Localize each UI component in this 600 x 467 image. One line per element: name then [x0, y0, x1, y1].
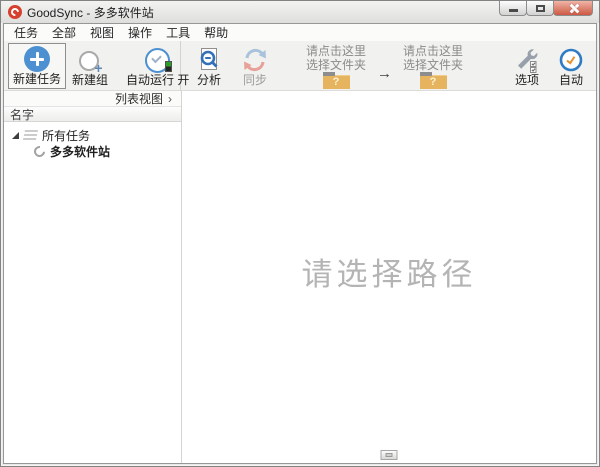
title-bar[interactable]: GoodSync - 多多软件站 — [1, 1, 599, 23]
maximize-button[interactable] — [526, 1, 554, 16]
options-label: 选项 — [515, 74, 539, 87]
close-button[interactable] — [553, 1, 593, 16]
autorun-on-indicator — [165, 61, 172, 72]
options-wrench-icon — [514, 47, 540, 73]
close-icon — [568, 4, 579, 13]
toolbar-left-group: 新建任务 新建组 自动运行 开 — [4, 41, 181, 90]
source-picker-line1: 请点击这里 — [306, 44, 366, 58]
goodsync-logo-icon — [8, 5, 22, 19]
tree-item-duoduo-label: 多多软件站 — [50, 143, 110, 160]
options-button[interactable]: 选项 — [510, 43, 544, 89]
sync-button[interactable]: 同步 — [238, 43, 272, 89]
menu-item-operation[interactable]: 操作 — [121, 23, 159, 42]
dest-picker-line2: 选择文件夹 — [403, 58, 463, 72]
menu-item-help[interactable]: 帮助 — [197, 23, 235, 42]
new-task-label: 新建任务 — [13, 73, 61, 86]
task-tree: 所有任务 多多软件站 — [4, 122, 181, 159]
dest-folder-question-mark: ? — [430, 76, 437, 88]
dest-folder-picker[interactable]: 请点击这里 选择文件夹 ? — [399, 43, 467, 89]
sync-circle-icon — [32, 143, 47, 158]
menu-item-tools[interactable]: 工具 — [159, 23, 197, 42]
view-switch[interactable]: 列表视图 › — [4, 91, 181, 106]
autorun-label: 自动运行 开 — [126, 74, 189, 87]
app-window: GoodSync - 多多软件站 任务 全部 视图 操作 工具 帮助 — [0, 0, 600, 467]
source-folder-icon: ? — [323, 75, 350, 89]
new-group-icon — [78, 48, 103, 73]
analyze-label: 分析 — [197, 74, 221, 87]
menu-bar: 任务 全部 视图 操作 工具 帮助 — [4, 24, 596, 41]
menu-item-all[interactable]: 全部 — [45, 23, 83, 42]
menu-item-view[interactable]: 视图 — [83, 23, 121, 42]
splitter-grip-icon — [386, 453, 393, 457]
minimize-button[interactable] — [499, 1, 527, 16]
tree-item-all-tasks[interactable]: 所有任务 — [4, 127, 181, 143]
main-panel: 请选择路径 — [182, 91, 596, 463]
expand-arrow-icon[interactable] — [12, 132, 19, 139]
sync-icon — [242, 47, 268, 73]
direction-arrow: → — [377, 65, 392, 82]
tree-item-all-tasks-label: 所有任务 — [42, 127, 90, 144]
source-picker-line2: 选择文件夹 — [306, 58, 366, 72]
new-group-label: 新建组 — [72, 74, 108, 87]
autorun-clock-icon — [143, 47, 173, 73]
column-header-label: 名字 — [10, 106, 34, 123]
new-group-button[interactable]: 新建组 — [68, 43, 112, 89]
dest-folder-icon: ? — [420, 75, 447, 89]
auto-label: 自动 — [559, 74, 583, 87]
toolbar: 新建任务 新建组 自动运行 开 — [4, 41, 596, 91]
auto-clock-icon — [558, 47, 584, 73]
sidebar: 列表视图 › 名字 所有任务 多多软件站 — [4, 91, 182, 463]
chevron-right-icon: › — [168, 92, 172, 106]
splitter-handle[interactable] — [381, 450, 398, 460]
analyze-button[interactable]: 分析 — [192, 43, 226, 89]
menu-item-task[interactable]: 任务 — [7, 23, 45, 42]
window-title: GoodSync - 多多软件站 — [27, 4, 154, 21]
new-task-button[interactable]: 新建任务 — [8, 43, 66, 89]
client-area: 任务 全部 视图 操作 工具 帮助 新建任务 新建组 — [3, 23, 597, 464]
sync-label: 同步 — [243, 74, 267, 87]
minimize-icon — [509, 9, 518, 12]
new-task-plus-icon — [24, 46, 50, 72]
column-header-name[interactable]: 名字 — [4, 106, 181, 122]
dest-picker-line1: 请点击这里 — [403, 44, 463, 58]
tree-item-duoduo-task[interactable]: 多多软件站 — [4, 143, 181, 159]
source-folder-question-mark: ? — [333, 76, 340, 88]
window-controls — [500, 1, 593, 16]
toolbar-main-group: 分析 同步 请点击这里 选择文件夹 — [181, 41, 596, 90]
source-folder-picker[interactable]: 请点击这里 选择文件夹 ? — [302, 43, 370, 89]
view-switch-label: 列表视图 — [115, 90, 163, 107]
content-area: 列表视图 › 名字 所有任务 多多软件站 — [4, 91, 596, 463]
auto-button[interactable]: 自动 — [554, 43, 588, 89]
analyze-icon — [196, 47, 222, 73]
task-group-icon — [23, 130, 38, 140]
select-path-placeholder: 请选择路径 — [302, 249, 477, 294]
maximize-icon — [536, 5, 545, 12]
